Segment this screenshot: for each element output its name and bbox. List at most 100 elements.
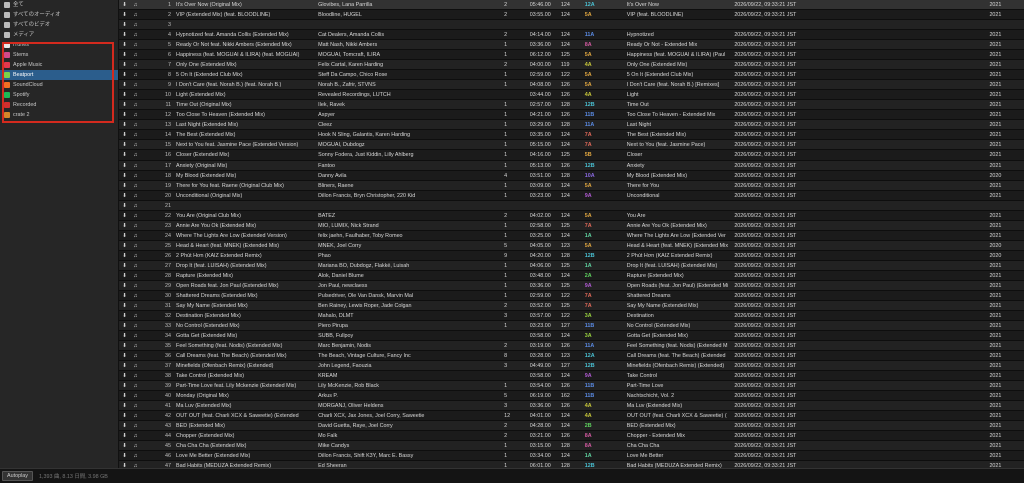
track-row[interactable]: ⬇ ♫ 36 Call Dreams (feat. The Beach) (Exten… [119, 351, 1024, 362]
download-icon[interactable]: ⬇ [119, 201, 130, 210]
sidebar-item-stems[interactable]: Stems [0, 50, 118, 60]
track-row[interactable]: ⬇ ♫ 1 It's Over Now (Original Mix) Glovibes,… [119, 0, 1024, 11]
track-row[interactable]: ⬇ ♫ 9 I Don't Care (feat. Norah B.) (feat. … [119, 80, 1024, 91]
sidebar-item-video[interactable]: すべてのビデオ [0, 20, 118, 30]
prepare-icon[interactable]: ♫ [130, 221, 141, 230]
download-icon[interactable]: ⬇ [119, 40, 130, 49]
prepare-icon[interactable]: ♫ [130, 361, 141, 370]
track-row[interactable]: ⬇ ♫ 5 Ready Or Not feat. Nikki Ambers (Exte… [119, 40, 1024, 51]
download-icon[interactable]: ⬇ [119, 100, 130, 109]
prepare-icon[interactable]: ♫ [130, 291, 141, 300]
track-row[interactable]: ⬇ ♫ 29 Open Roads feat. Jon Paul (Extended … [119, 280, 1024, 291]
track-row[interactable]: ⬇ ♫ 28 Rapture (Extended Mix) Alok, Daniel B… [119, 271, 1024, 281]
track-row[interactable]: ⬇ ♫ 10 Light (Extended Mix) Revealed Recordi… [119, 90, 1024, 101]
track-row[interactable]: ⬇ ♫ 37 Minefields (Ofenbach Remix) (Extende… [119, 361, 1024, 372]
download-icon[interactable]: ⬇ [119, 231, 130, 240]
track-row[interactable]: ⬇ ♫ 32 Destination (Extended Mix) Mahalo, DL… [119, 311, 1024, 321]
track-row[interactable]: ⬇ ♫ 4 Hypnotized feat. Amanda Collis (Exten… [119, 30, 1024, 41]
track-row[interactable]: ⬇ ♫ 40 Monday (Original Mix) Arkus P. 5 06:19.… [119, 391, 1024, 402]
download-icon[interactable]: ⬇ [119, 401, 130, 410]
download-icon[interactable]: ⬇ [119, 0, 130, 9]
prepare-icon[interactable]: ♫ [130, 371, 141, 380]
download-icon[interactable]: ⬇ [119, 451, 130, 460]
download-icon[interactable]: ⬇ [119, 351, 130, 360]
download-icon[interactable]: ⬇ [119, 261, 130, 270]
download-icon[interactable]: ⬇ [119, 281, 130, 290]
autoplay-button[interactable]: Autoplay [2, 471, 33, 481]
sidebar-item-audio[interactable]: すべてのオーディオ [0, 10, 118, 20]
download-icon[interactable]: ⬇ [119, 211, 130, 220]
prepare-icon[interactable]: ♫ [130, 110, 141, 119]
prepare-icon[interactable]: ♫ [130, 120, 141, 129]
sidebar-item-recorded[interactable]: Recorded [0, 100, 118, 110]
download-icon[interactable]: ⬇ [119, 301, 130, 310]
download-icon[interactable]: ⬇ [119, 120, 130, 129]
prepare-icon[interactable]: ♫ [130, 231, 141, 240]
prepare-icon[interactable]: ♫ [130, 311, 141, 320]
track-row[interactable]: ⬇ ♫ 45 Cha Cha Cha (Extended Mix) Mike Candy… [119, 441, 1024, 452]
download-icon[interactable]: ⬇ [119, 191, 130, 200]
download-icon[interactable]: ⬇ [119, 421, 130, 430]
sidebar-item-media[interactable]: メディア [0, 30, 118, 40]
sidebar-item-spotify[interactable]: Spotify [0, 90, 118, 100]
track-row[interactable]: ⬇ ♫ 20 Unconditional (Original Mix) Dillon F… [119, 191, 1024, 201]
prepare-icon[interactable]: ♫ [130, 90, 141, 99]
track-row[interactable]: ⬇ ♫ 46 Love Me Better (Extended Mix) Dillon … [119, 451, 1024, 462]
prepare-icon[interactable]: ♫ [130, 171, 141, 180]
track-row[interactable]: ⬇ ♫ 43 BED (Extended Mix) David Guetta, Raye… [119, 421, 1024, 432]
download-icon[interactable]: ⬇ [119, 80, 130, 89]
download-icon[interactable]: ⬇ [119, 140, 130, 149]
track-row[interactable]: ⬇ ♫ 39 Part-Time Love feat. Lily Mckenzie (… [119, 381, 1024, 392]
prepare-icon[interactable]: ♫ [130, 381, 141, 390]
track-row[interactable]: ⬇ ♫ 31 Say My Name (Extended Mix) Ben Rainey… [119, 300, 1024, 311]
download-icon[interactable]: ⬇ [119, 331, 130, 340]
prepare-icon[interactable]: ♫ [130, 150, 141, 159]
prepare-icon[interactable]: ♫ [130, 331, 141, 340]
download-icon[interactable]: ⬇ [119, 321, 130, 330]
prepare-icon[interactable]: ♫ [130, 211, 141, 220]
prepare-icon[interactable]: ♫ [130, 351, 141, 360]
download-icon[interactable]: ⬇ [119, 441, 130, 450]
download-icon[interactable]: ⬇ [119, 271, 130, 280]
track-row[interactable]: ⬇ ♫ 7 Only One (Extended Mix) Felix Cartal, … [119, 60, 1024, 71]
prepare-icon[interactable]: ♫ [130, 241, 141, 250]
prepare-icon[interactable]: ♫ [130, 10, 141, 19]
track-row[interactable]: ⬇ ♫ 8 5 On It (Extended Club Mix) Steff Da C… [119, 70, 1024, 81]
prepare-icon[interactable]: ♫ [130, 411, 141, 420]
prepare-icon[interactable]: ♫ [130, 441, 141, 450]
prepare-icon[interactable]: ♫ [130, 50, 141, 59]
prepare-icon[interactable]: ♫ [130, 341, 141, 350]
prepare-icon[interactable]: ♫ [130, 80, 141, 89]
track-row[interactable]: ⬇ ♫ 27 Drop It (feat. LUISAH) (Extended Mix… [119, 260, 1024, 271]
download-icon[interactable]: ⬇ [119, 60, 130, 69]
track-row[interactable]: ⬇ ♫ 6 Happiness (feat. MOGUAI & ILIRA) (fea… [119, 50, 1024, 61]
prepare-icon[interactable]: ♫ [130, 0, 141, 9]
download-icon[interactable]: ⬇ [119, 381, 130, 390]
track-row[interactable]: ⬇ ♫ 12 Too Close To Heaven (Extended Mix) As… [119, 110, 1024, 121]
track-row[interactable]: ⬇ ♫ 3 [119, 20, 1024, 31]
download-icon[interactable]: ⬇ [119, 90, 130, 99]
download-icon[interactable]: ⬇ [119, 50, 130, 59]
prepare-icon[interactable]: ♫ [130, 321, 141, 330]
download-icon[interactable]: ⬇ [119, 391, 130, 400]
track-row[interactable]: ⬇ ♫ 26 2 Phút Hơn (KAIZ Extended Remix) Phao… [119, 251, 1024, 261]
prepare-icon[interactable]: ♫ [130, 20, 141, 29]
track-row[interactable]: ⬇ ♫ 13 Last Night (Extended Mix) Cleez 1 03:29… [119, 120, 1024, 131]
prepare-icon[interactable]: ♫ [130, 60, 141, 69]
prepare-icon[interactable]: ♫ [130, 130, 141, 139]
track-row[interactable]: ⬇ ♫ 35 Feel Something (feat. Nodis) (Extend… [119, 341, 1024, 352]
download-icon[interactable]: ⬇ [119, 130, 130, 139]
sidebar-item-crate[interactable]: crate 2 [0, 110, 118, 120]
download-icon[interactable]: ⬇ [119, 371, 130, 380]
track-row[interactable]: ⬇ ♫ 23 Annie Are You Ok (Extended Mix) MIO, … [119, 220, 1024, 231]
track-row[interactable]: ⬇ ♫ 25 Head & Heart (feat. MNEK) (Extended … [119, 240, 1024, 251]
download-icon[interactable]: ⬇ [119, 181, 130, 190]
prepare-icon[interactable]: ♫ [130, 161, 141, 170]
prepare-icon[interactable]: ♫ [130, 251, 141, 260]
prepare-icon[interactable]: ♫ [130, 401, 141, 410]
track-row[interactable]: ⬇ ♫ 14 The Best (Extended Mix) Hook N Sling,… [119, 130, 1024, 141]
download-icon[interactable]: ⬇ [119, 110, 130, 119]
download-icon[interactable]: ⬇ [119, 221, 130, 230]
track-row[interactable]: ⬇ ♫ 41 Ma Luv (Extended Mix) MORGANJ, Oliver… [119, 401, 1024, 412]
download-icon[interactable]: ⬇ [119, 20, 130, 29]
